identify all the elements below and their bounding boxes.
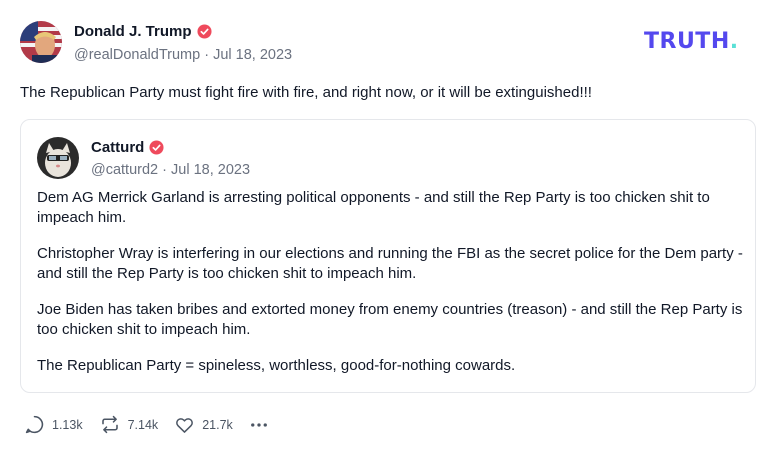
meta-separator: · (204, 47, 214, 63)
quoted-paragraph: Joe Biden has taken bribes and extorted … (37, 301, 743, 338)
quoted-author-handle[interactable]: @catturd2 (91, 162, 158, 178)
quoted-paragraph: Dem AG Merrick Garland is arresting poli… (37, 189, 710, 226)
post-text: The Republican Party must fight fire wit… (20, 84, 592, 101)
retruth-count: 7.14k (127, 417, 159, 432)
author-avatar[interactable] (20, 21, 62, 63)
like-button[interactable]: 21.7k (174, 415, 233, 435)
like-count: 21.7k (202, 417, 233, 432)
reply-button[interactable]: 1.13k (24, 414, 83, 435)
truth-logo-text: TRUTH (644, 29, 730, 54)
more-options-button[interactable] (249, 415, 269, 435)
quoted-author-name[interactable]: Catturd (91, 139, 164, 156)
verified-badge-icon (149, 140, 164, 155)
retruth-button[interactable]: 7.14k (99, 414, 159, 435)
author-handle[interactable]: @realDonaldTrump (74, 47, 200, 63)
reply-count: 1.13k (52, 417, 83, 432)
author-name-text: Donald J. Trump (74, 23, 192, 40)
retruth-icon (101, 415, 118, 434)
action-bar: 1.13k 7.14k 21.7k (24, 414, 285, 435)
author-name[interactable]: Donald J. Trump (74, 23, 212, 40)
more-icon (250, 422, 267, 427)
author-meta: @realDonaldTrump · Jul 18, 2023 (74, 47, 292, 63)
truth-logo-dot: . (729, 29, 739, 54)
meta-separator: · (162, 162, 172, 178)
quoted-author-meta: @catturd2 · Jul 18, 2023 (91, 162, 250, 178)
quoted-paragraph: Christopher Wray is interfering in our e… (37, 245, 743, 282)
verified-badge-icon (196, 24, 212, 39)
quoted-author-name-text: Catturd (91, 139, 145, 156)
post-date[interactable]: Jul 18, 2023 (213, 47, 292, 63)
quoted-post-date[interactable]: Jul 18, 2023 (171, 162, 250, 178)
quoted-author-avatar[interactable] (37, 137, 79, 179)
heart-icon (176, 417, 194, 433)
quoted-paragraph: The Republican Party = spineless, worthl… (37, 357, 516, 374)
truth-logo[interactable]: TRUTH. (644, 29, 739, 54)
reply-icon (25, 415, 44, 434)
